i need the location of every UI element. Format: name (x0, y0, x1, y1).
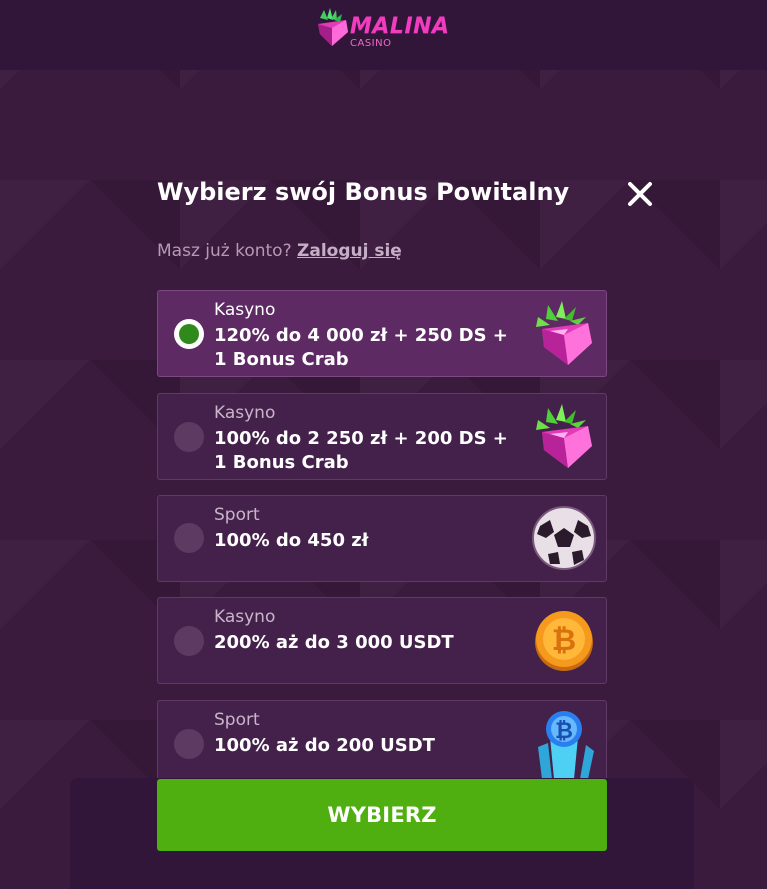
option-category: Kasyno (214, 403, 276, 423)
bonus-options-list: Kasyno 120% do 4 000 zł + 250 DS + 1 Bon… (157, 290, 607, 778)
option-line-1: 200% aż do 3 000 USDT (214, 632, 454, 653)
bitcoin-crystal-icon: ₿ (538, 711, 594, 778)
option-line-2: 1 Bonus Crab (214, 349, 349, 370)
option-category: Kasyno (214, 300, 276, 320)
option-description: 120% do 4 000 zł + 250 DS + 1 Bonus Crab (214, 324, 514, 372)
option-description: 200% aż do 3 000 USDT (214, 631, 514, 655)
logo[interactable]: MALINA CASINO (314, 6, 454, 52)
bonus-option-sport-usdt[interactable]: Sport 100% aż do 200 USDT ₿ (157, 700, 607, 778)
raspberry-gem-icon (536, 404, 592, 468)
modal-title: Wybierz swój Bonus Powitalny (157, 178, 570, 206)
raspberry-gem-icon (536, 301, 592, 365)
option-description: 100% do 450 zł (214, 529, 514, 553)
login-prompt: Masz już konto? Zaloguj się (157, 241, 402, 261)
option-line-1: 100% do 450 zł (214, 530, 369, 551)
radio-button[interactable] (174, 626, 204, 656)
logo-text: MALINA (350, 14, 450, 39)
radio-button-selected[interactable] (174, 319, 204, 349)
login-prompt-text: Masz już konto? (157, 241, 292, 261)
option-line-1: 100% aż do 200 USDT (214, 735, 435, 756)
svg-text:₿: ₿ (552, 623, 576, 658)
option-line-2: 1 Bonus Crab (214, 452, 349, 473)
option-line-1: 120% do 4 000 zł + 250 DS + (214, 325, 508, 346)
page: MALINA CASINO Wybierz swój Bonus Powital… (0, 0, 767, 889)
option-category: Kasyno (214, 607, 276, 627)
bonus-option-casino-120[interactable]: Kasyno 120% do 4 000 zł + 250 DS + 1 Bon… (157, 290, 607, 377)
svg-text:₿: ₿ (555, 719, 573, 744)
option-category: Sport (214, 505, 260, 525)
radio-button[interactable] (174, 523, 204, 553)
bonus-option-sport-100[interactable]: Sport 100% do 450 zł (157, 495, 607, 582)
raspberry-gem-icon (318, 8, 348, 46)
bonus-option-casino-100[interactable]: Kasyno 100% do 2 250 zł + 200 DS + 1 Bon… (157, 393, 607, 480)
radio-button[interactable] (174, 422, 204, 452)
top-bar: MALINA CASINO (0, 0, 767, 70)
radio-button[interactable] (174, 729, 204, 759)
bitcoin-coin-icon: ₿ (535, 611, 593, 671)
option-description: 100% aż do 200 USDT (214, 734, 514, 758)
submit-button[interactable]: WYBIERZ (157, 779, 607, 851)
soccer-ball-icon (532, 506, 596, 570)
bonus-option-casino-200[interactable]: Kasyno 200% aż do 3 000 USDT ₿ (157, 597, 607, 684)
option-line-1: 100% do 2 250 zł + 200 DS + (214, 428, 508, 449)
close-icon[interactable] (624, 178, 656, 210)
option-category: Sport (214, 710, 260, 730)
logo-subtext: CASINO (350, 38, 392, 49)
login-link[interactable]: Zaloguj się (297, 241, 402, 261)
option-description: 100% do 2 250 zł + 200 DS + 1 Bonus Crab (214, 427, 514, 475)
